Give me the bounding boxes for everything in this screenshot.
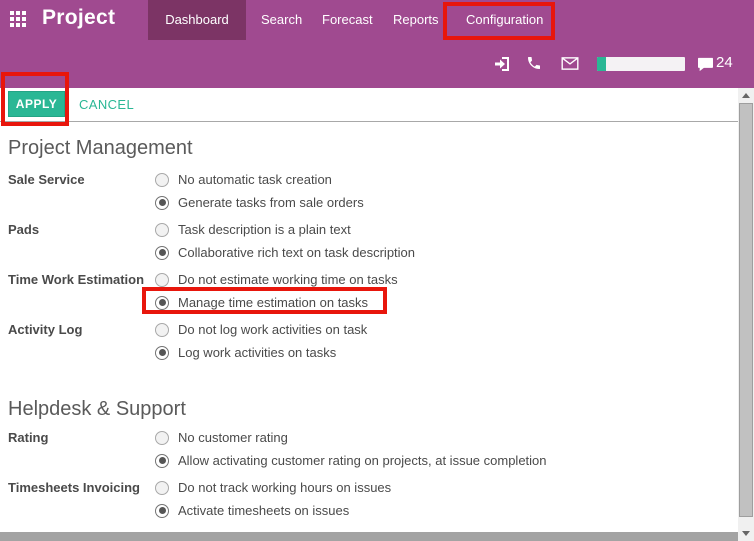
group-label: Activity Log (8, 322, 83, 337)
radio-button[interactable] (155, 453, 169, 468)
radio-label: Generate tasks from sale orders (178, 195, 364, 210)
radio-label: Manage time estimation on tasks (178, 295, 369, 310)
radio-option[interactable]: Generate tasks from sale orders (155, 191, 364, 214)
group-label: Rating (8, 430, 49, 445)
radio-option[interactable]: Do not estimate working time on tasks (155, 268, 398, 291)
progress-bar (597, 57, 685, 71)
group-time-work-estimation: Time Work Estimation Do not estimate wor… (8, 268, 708, 314)
progress-bar-fill (597, 57, 606, 71)
radio-label: Collaborative rich text on task descript… (178, 245, 416, 260)
chat-count-badge[interactable]: 24 (716, 54, 733, 71)
radio-option[interactable]: Do not log work activities on task (155, 318, 367, 341)
app-title: Project (42, 6, 116, 29)
scrollbar-down-arrow-icon[interactable] (742, 531, 750, 536)
envelope-icon[interactable] (561, 57, 579, 70)
section-title-helpdesk-support: Helpdesk & Support (8, 398, 186, 420)
group-label: Timesheets Invoicing (8, 480, 140, 495)
radio-button[interactable] (155, 245, 169, 260)
vertical-scrollbar-thumb[interactable] (739, 103, 753, 517)
tab-configuration[interactable]: Configuration (466, 0, 543, 40)
sign-in-icon[interactable] (494, 56, 510, 72)
radio-label: Allow activating customer rating on proj… (178, 453, 547, 468)
group-label: Sale Service (8, 172, 85, 187)
group-pads: Pads Task description is a plain text Co… (8, 218, 708, 264)
radio-label: Do not estimate working time on tasks (178, 272, 398, 287)
group-sale-service: Sale Service No automatic task creation … (8, 168, 708, 214)
radio-button[interactable] (155, 322, 169, 337)
radio-option[interactable]: Allow activating customer rating on proj… (155, 449, 547, 472)
radio-option[interactable]: Log work activities on tasks (155, 341, 367, 364)
tab-dashboard[interactable]: Dashboard (148, 0, 246, 40)
cancel-link[interactable]: CANCEL (79, 97, 134, 112)
radio-button[interactable] (155, 272, 169, 287)
tab-reports[interactable]: Reports (393, 0, 439, 40)
section-title-project-management: Project Management (8, 137, 193, 159)
radio-button[interactable] (155, 430, 169, 445)
group-timesheets-invoicing: Timesheets Invoicing Do not track workin… (8, 476, 708, 522)
radio-button[interactable] (155, 222, 169, 237)
radio-option[interactable]: Do not track working hours on issues (155, 476, 391, 499)
apps-menu-icon[interactable] (10, 11, 26, 27)
app-header: Project Dashboard Search Forecast Report… (0, 0, 754, 88)
radio-option[interactable]: No automatic task creation (155, 168, 364, 191)
radio-option[interactable]: Task description is a plain text (155, 218, 415, 241)
radio-button[interactable] (155, 345, 169, 360)
toolbar-divider (0, 121, 738, 122)
radio-button[interactable] (155, 195, 169, 210)
horizontal-scrollbar[interactable] (0, 532, 738, 541)
radio-label: Task description is a plain text (178, 222, 351, 237)
group-activity-log: Activity Log Do not log work activities … (8, 318, 708, 364)
radio-button[interactable] (155, 503, 169, 518)
radio-option[interactable]: Collaborative rich text on task descript… (155, 241, 415, 264)
apply-button[interactable]: APPLY (8, 91, 65, 117)
radio-option-manage-time-estimation[interactable]: Manage time estimation on tasks (155, 291, 398, 314)
group-label: Time Work Estimation (8, 272, 145, 287)
radio-button[interactable] (155, 295, 169, 310)
helpdesk-support-groups: Rating No customer rating Allow activati… (8, 426, 708, 526)
phone-icon[interactable] (526, 55, 542, 71)
group-rating: Rating No customer rating Allow activati… (8, 426, 708, 472)
radio-button[interactable] (155, 480, 169, 495)
project-management-groups: Sale Service No automatic task creation … (8, 168, 708, 368)
radio-label: Do not log work activities on task (178, 322, 368, 337)
radio-label: Do not track working hours on issues (178, 480, 392, 495)
radio-label: Log work activities on tasks (178, 345, 337, 360)
chat-bubble-icon[interactable] (697, 57, 714, 72)
radio-option[interactable]: Activate timesheets on issues (155, 499, 391, 522)
radio-label: Activate timesheets on issues (178, 503, 350, 518)
vertical-scrollbar[interactable] (738, 88, 754, 541)
radio-label: No customer rating (178, 430, 288, 445)
project-settings-screen: Project Dashboard Search Forecast Report… (0, 0, 754, 541)
radio-button[interactable] (155, 172, 169, 187)
tab-search[interactable]: Search (261, 0, 302, 40)
tab-forecast[interactable]: Forecast (322, 0, 373, 40)
group-label: Pads (8, 222, 40, 237)
radio-option[interactable]: No customer rating (155, 426, 547, 449)
radio-label: No automatic task creation (178, 172, 332, 187)
scrollbar-up-arrow-icon[interactable] (742, 93, 750, 98)
